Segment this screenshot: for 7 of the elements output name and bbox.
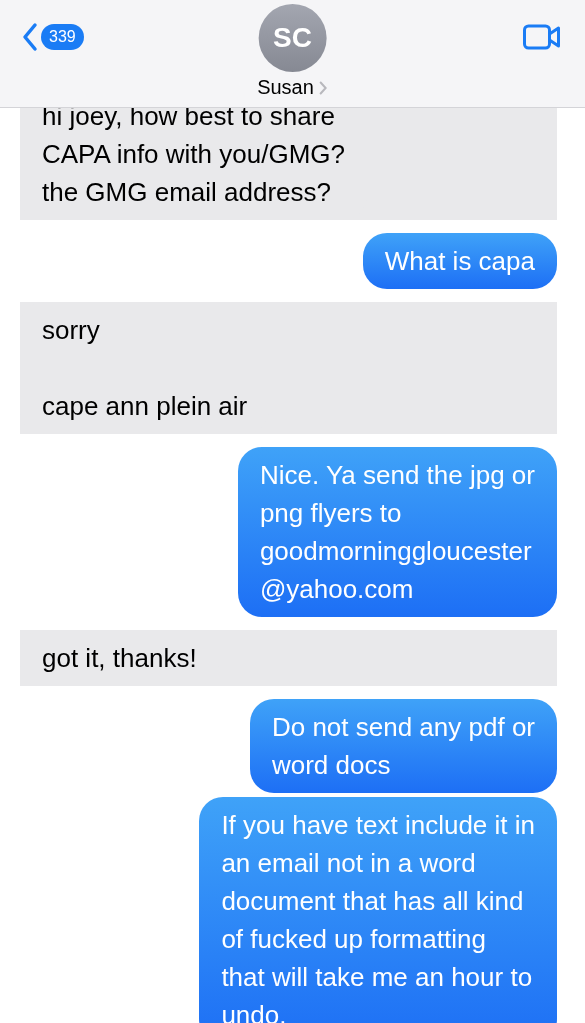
unread-count-badge[interactable]: 339 bbox=[41, 24, 84, 50]
contact-avatar[interactable]: SC bbox=[258, 4, 327, 72]
message-bubble: What is capa bbox=[362, 233, 557, 289]
back-icon[interactable] bbox=[22, 22, 38, 52]
message-bubble: Nice. Ya send the jpg or png flyers to goodmorninggloucester @yahoo.com bbox=[237, 447, 557, 617]
message-bubble: Do not send any pdf or word docs bbox=[249, 699, 557, 793]
video-call-icon[interactable] bbox=[523, 24, 561, 50]
